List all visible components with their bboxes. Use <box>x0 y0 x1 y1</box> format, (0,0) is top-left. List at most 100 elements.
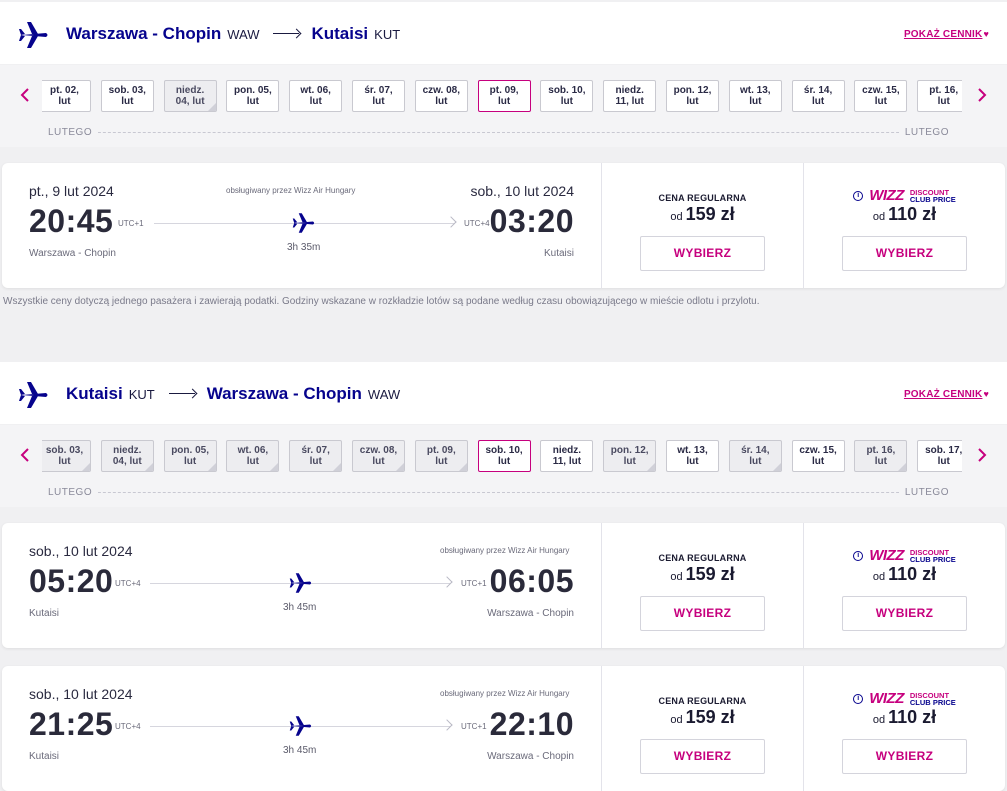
departure-city: Kutaisi <box>29 751 60 762</box>
arrival-utc: UTC+1 <box>461 579 487 588</box>
date-chip[interactable]: pon. 05, lut <box>226 80 280 112</box>
date-chip[interactable]: pt. 09, lut <box>477 80 531 112</box>
regular-price: od 159 zł <box>670 204 735 224</box>
wizz-logo: WIZZ <box>869 547 904 564</box>
date-chip[interactable]: śr. 14, lut <box>791 80 845 112</box>
inbound-dates: sob. 03, lut niedz. 04, lut pon. 05, lut wt. 0… <box>42 436 962 472</box>
date-chip[interactable]: sob. 03, lut <box>100 80 154 112</box>
departure-time: 20:45 <box>29 203 114 239</box>
date-chip[interactable]: wt. 13, lut <box>728 80 782 112</box>
date-chip[interactable]: pon. 05, lut <box>163 440 217 472</box>
dest-city: Kutaisi <box>311 24 369 43</box>
regular-price-label: CENA REGULARNA <box>658 553 747 563</box>
arrival-date: sob., 10 lut 2024 <box>470 183 574 199</box>
month-label-right: LUTEGO <box>898 487 949 498</box>
month-label-left: LUTEGO <box>48 487 99 498</box>
inbound-route-header: Kutaisi KUT Warszawa - Chopin WAW POKAŻ … <box>0 362 1007 424</box>
operator-label: obsługiwany przez Wizz Air Hungary <box>440 689 570 698</box>
date-chip[interactable]: pt. 02, lut <box>42 80 91 112</box>
club-logo: i WIZZ DISCOUNT CLUB PRICE <box>804 547 1005 564</box>
dest-code: KUT <box>374 27 401 42</box>
club-fare: i WIZZ DISCOUNT CLUB PRICE od 110 zł WYBIE… <box>803 163 1005 288</box>
show-price-list-link[interactable]: POKAŻ CENNIK♥ <box>904 29 989 40</box>
inbound-route: Kutaisi KUT Warszawa - Chopin WAW <box>66 384 400 404</box>
date-chip[interactable]: niedz. 11, lut <box>603 80 657 112</box>
select-regular-button[interactable]: WYBIERZ <box>640 739 765 774</box>
outbound-date-strip: pt. 02, lut sob. 03, lut niedz. 04, lut pon. 0… <box>0 65 1007 147</box>
info-icon[interactable]: i <box>853 190 864 201</box>
chevron-right-icon[interactable] <box>975 445 989 465</box>
chevron-right-icon[interactable] <box>975 85 989 105</box>
show-price-list-link[interactable]: POKAŻ CENNIK♥ <box>904 389 989 400</box>
origin-code: WAW <box>227 27 260 42</box>
date-chip[interactable]: sob. 17, lut <box>917 440 962 472</box>
select-regular-button[interactable]: WYBIERZ <box>640 596 765 631</box>
regular-fare: CENA REGULARNA od 159 zł WYBIERZ <box>601 163 803 288</box>
date-chip[interactable]: czw. 08, lut <box>414 80 468 112</box>
date-chip[interactable]: pt. 09, lut <box>414 440 468 472</box>
date-chip[interactable]: pon. 12, lut <box>603 440 657 472</box>
select-club-button[interactable]: WYBIERZ <box>842 739 967 774</box>
arrival-time: 22:10 <box>489 706 574 742</box>
disclaimer: Wszystkie ceny dotyczą jednego pasażera … <box>3 296 760 307</box>
arrival-time: 06:05 <box>489 563 574 599</box>
regular-price: od 159 zł <box>670 564 735 584</box>
date-chip[interactable]: pt. 16, lut <box>854 440 908 472</box>
date-chip[interactable]: sob. 10, lut <box>477 440 531 472</box>
flight-duration: 3h 45m <box>283 602 317 613</box>
date-chip[interactable]: wt. 06, lut <box>226 440 280 472</box>
wizz-logo: WIZZ <box>869 690 904 707</box>
date-chip[interactable]: wt. 06, lut <box>289 80 343 112</box>
inbound-date-strip: sob. 03, lut niedz. 04, lut pon. 05, lut wt. 0… <box>0 425 1007 507</box>
date-chip[interactable]: niedz. 04, lut <box>163 80 217 112</box>
regular-fare: CENA REGULARNA od 159 zł WYBIERZ <box>601 523 803 648</box>
select-regular-button[interactable]: WYBIERZ <box>640 236 765 271</box>
origin-code: KUT <box>128 387 155 402</box>
regular-price-label: CENA REGULARNA <box>658 696 747 706</box>
date-chip[interactable]: sob. 10, lut <box>540 80 594 112</box>
chevron-left-icon[interactable] <box>18 445 32 465</box>
outbound-route-header: Warszawa - Chopin WAW Kutaisi KUT POKAŻ … <box>0 2 1007 64</box>
heart-icon: ♥ <box>983 389 989 399</box>
operator-label: obsługiwany przez Wizz Air Hungary <box>226 186 356 195</box>
date-chip[interactable]: wt. 13, lut <box>666 440 719 472</box>
info-icon[interactable]: i <box>853 693 864 704</box>
departure-utc: UTC+1 <box>118 219 144 228</box>
date-chip[interactable]: czw. 15, lut <box>791 440 845 472</box>
operator-label: obsługiwany przez Wizz Air Hungary <box>440 546 570 555</box>
arrival-city: Warszawa - Chopin <box>487 751 574 762</box>
month-label-left: LUTEGO <box>48 127 99 138</box>
flight-details: pt., 9 lut 2024 sob., 10 lut 2024 obsług… <box>2 163 601 288</box>
date-chip[interactable]: śr. 07, lut <box>352 80 405 112</box>
flight-duration: 3h 45m <box>283 745 317 756</box>
plane-icon <box>289 573 312 593</box>
plane-icon <box>292 213 315 233</box>
club-price: od 110 zł <box>872 707 937 727</box>
info-icon[interactable]: i <box>853 550 864 561</box>
date-chip[interactable]: czw. 08, lut <box>352 440 405 472</box>
chevron-left-icon[interactable] <box>18 85 32 105</box>
arrival-time: 03:20 <box>489 203 574 239</box>
club-logo: i WIZZ DISCOUNT CLUB PRICE <box>804 187 1005 204</box>
departure-city: Warszawa - Chopin <box>29 248 116 259</box>
track-arrow-icon <box>445 216 457 228</box>
select-club-button[interactable]: WYBIERZ <box>842 236 967 271</box>
dest-code: WAW <box>367 387 401 402</box>
route-arrow-icon <box>273 32 300 34</box>
select-club-button[interactable]: WYBIERZ <box>842 596 967 631</box>
date-chip[interactable]: czw. 15, lut <box>854 80 908 112</box>
date-chip[interactable]: pon. 12, lut <box>666 80 719 112</box>
club-price: od 110 zł <box>872 204 937 224</box>
date-chip[interactable]: sob. 03, lut <box>42 440 91 472</box>
date-chip[interactable]: niedz. 04, lut <box>100 440 154 472</box>
plane-icon <box>289 716 312 736</box>
plane-icon <box>19 22 48 48</box>
date-chip[interactable]: śr. 07, lut <box>289 440 343 472</box>
date-chip[interactable]: śr. 14, lut <box>728 440 782 472</box>
date-chip[interactable]: niedz. 11, lut <box>540 440 594 472</box>
track-arrow-icon <box>441 719 453 731</box>
departure-time: 21:25 <box>29 706 114 742</box>
date-chip[interactable]: pt. 16, lut <box>917 80 962 112</box>
arrival-city: Warszawa - Chopin <box>487 608 574 619</box>
regular-price-label: CENA REGULARNA <box>658 193 747 203</box>
